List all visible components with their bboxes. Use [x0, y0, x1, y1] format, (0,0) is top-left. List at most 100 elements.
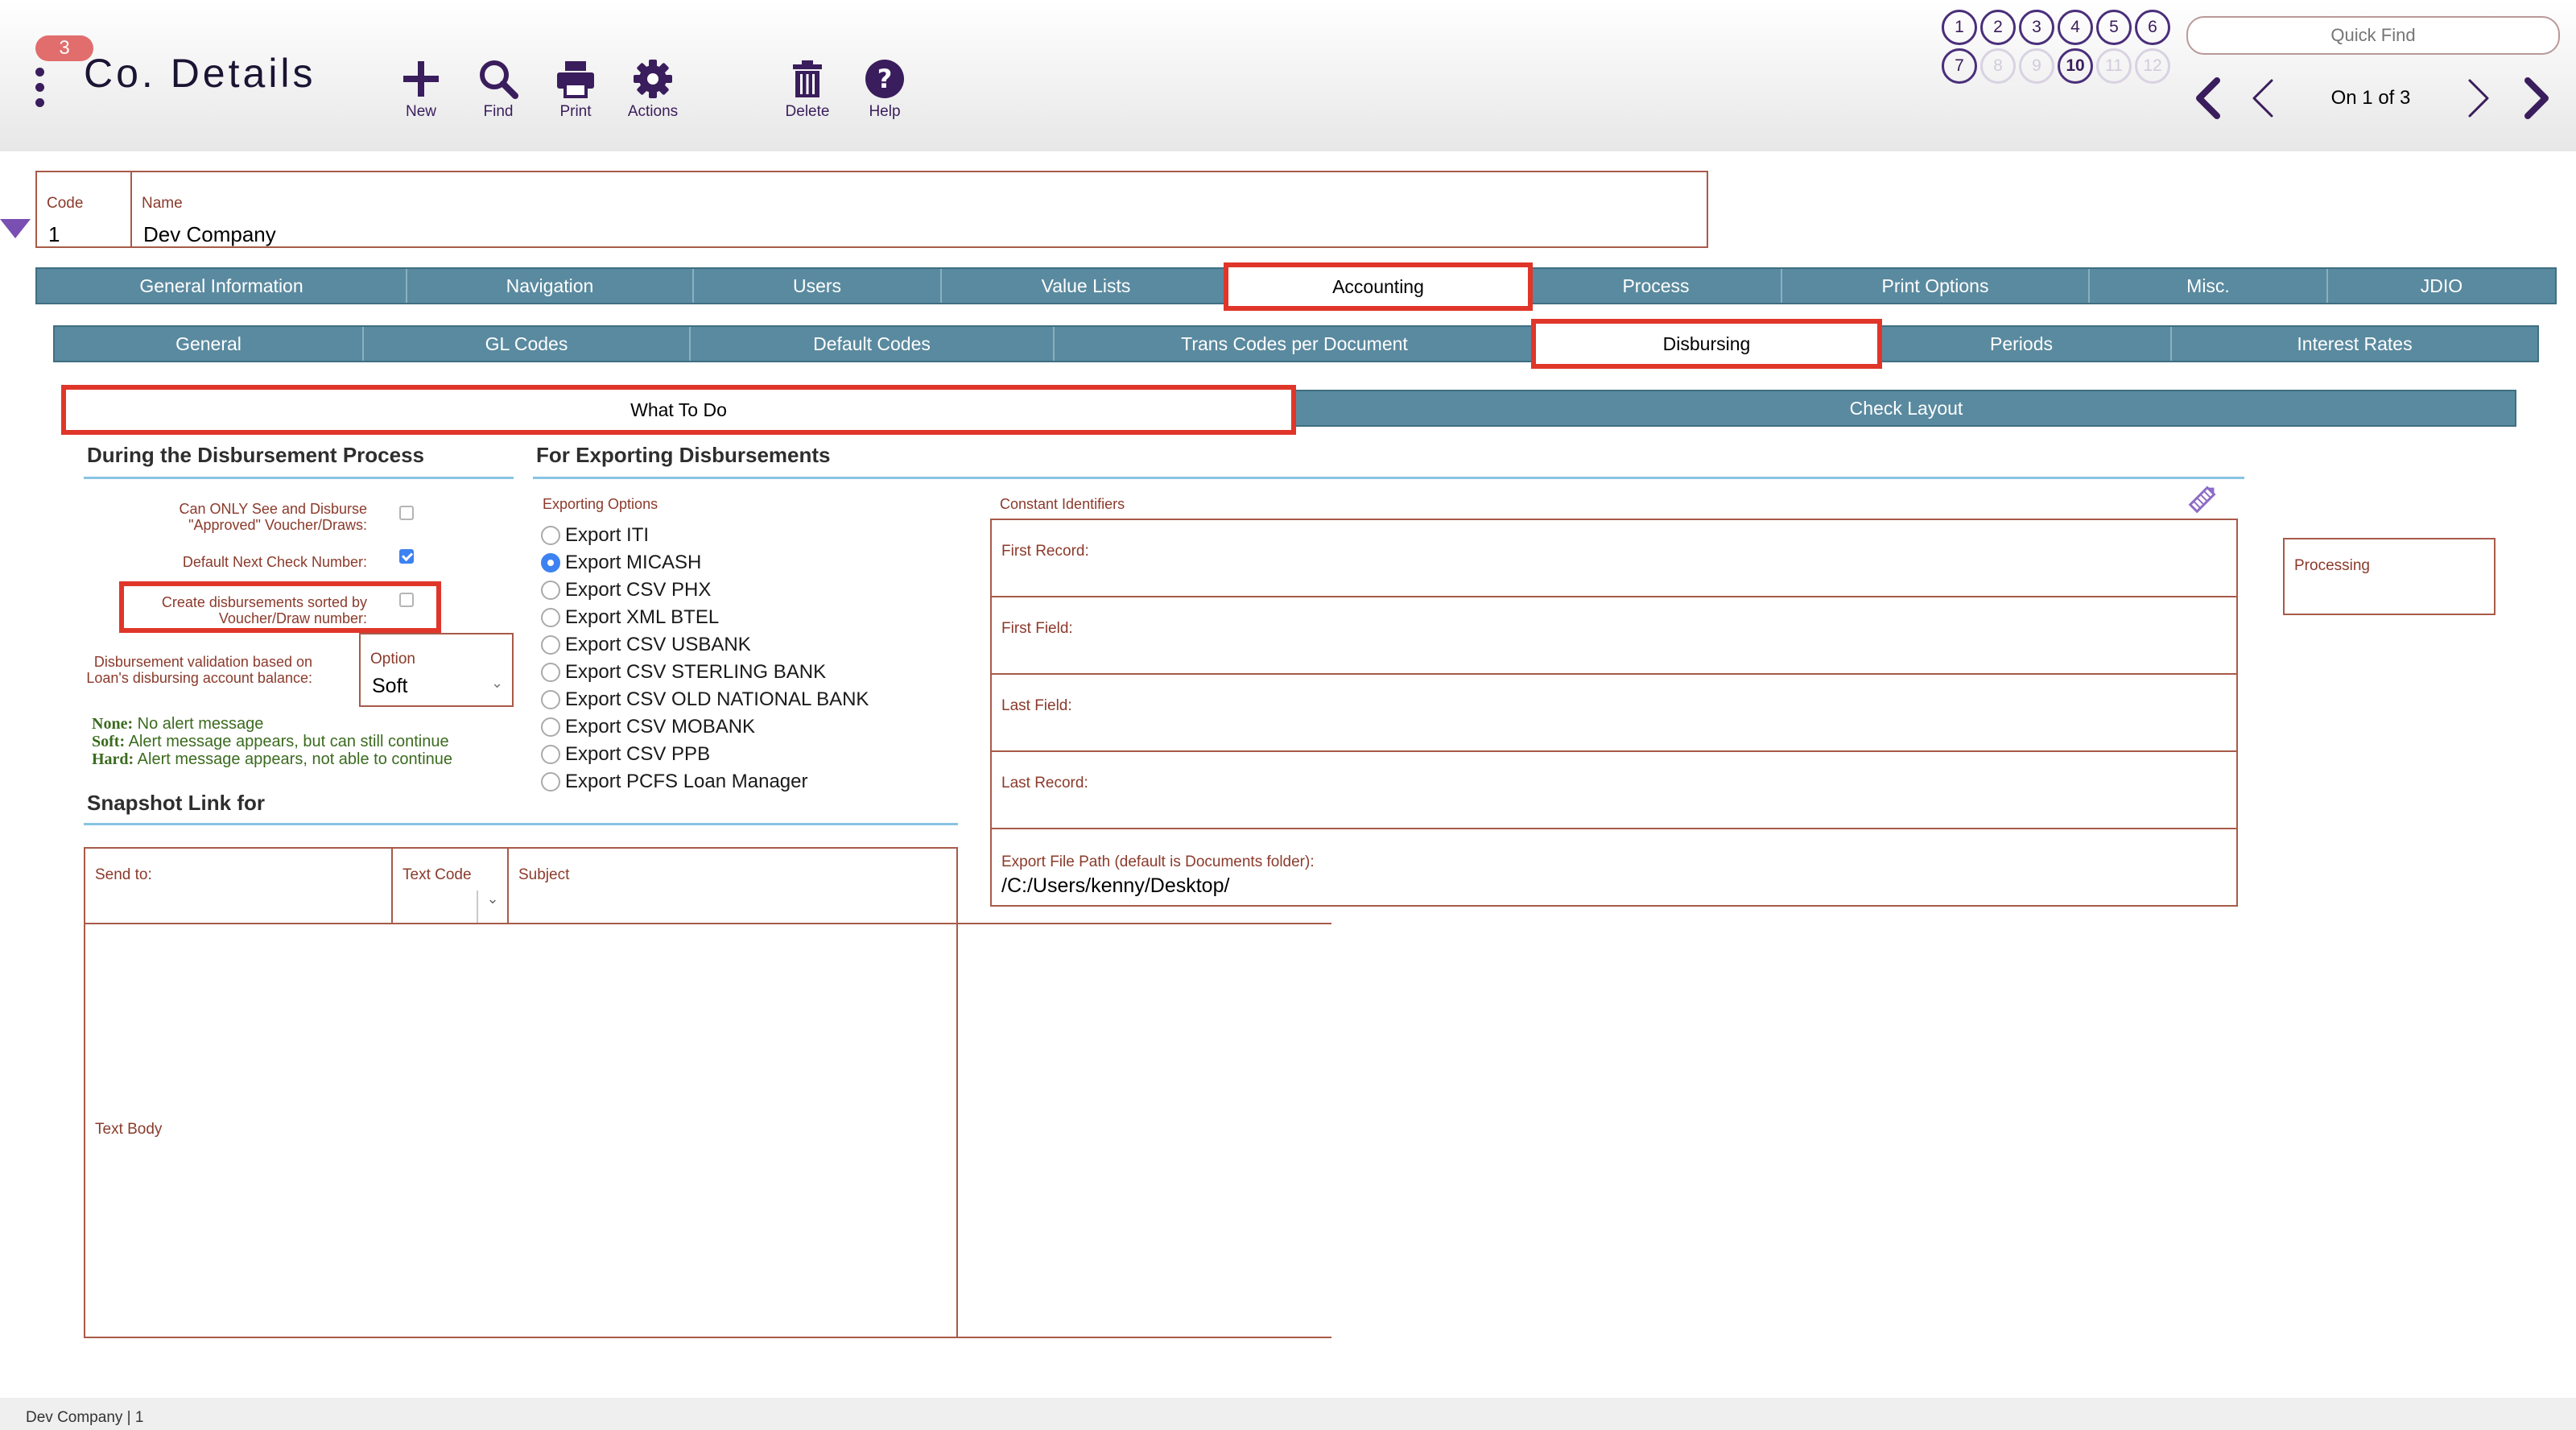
tab-general[interactable]: General [55, 327, 364, 361]
tab-what-to-do-active[interactable]: What To Do [61, 385, 1296, 435]
send-to-field[interactable]: Send to: [84, 847, 393, 924]
last-record-label: Last Record: [1001, 775, 1088, 791]
subject-field[interactable]: Subject [507, 847, 958, 924]
last-record-button[interactable] [2515, 76, 2555, 121]
tab-process[interactable]: Process [1531, 269, 1782, 303]
name-label: Name [142, 195, 183, 212]
radio-button[interactable] [541, 690, 560, 709]
first-record-button[interactable] [2190, 76, 2230, 121]
tab-misc[interactable]: Misc. [2090, 269, 2328, 303]
actions-button[interactable]: Actions [609, 52, 697, 132]
code-value: 1 [48, 222, 60, 246]
tab-trans-codes-per-document[interactable]: Trans Codes per Document [1055, 327, 1536, 361]
name-field[interactable]: Name Dev Company [130, 171, 1708, 248]
radio-label: Export XML BTEL [565, 606, 720, 628]
tab-users[interactable]: Users [694, 269, 942, 303]
radio-label: Export CSV OLD NATIONAL BANK [565, 688, 869, 710]
find-button[interactable]: Find [454, 52, 543, 132]
tab-jdio[interactable]: JDIO [2328, 269, 2555, 303]
radio-export-csv-mobank[interactable]: Export CSV MOBANK [541, 713, 869, 741]
export-file-path-field[interactable]: Export File Path (default is Documents f… [990, 828, 2238, 907]
next-record-button[interactable] [2457, 76, 2497, 121]
radio-export-iti[interactable]: Export ITI [541, 522, 869, 549]
print-button-label: Print [559, 103, 592, 120]
record-slot-6[interactable]: 6 [2135, 10, 2170, 45]
record-slot-8[interactable]: 8 [1980, 48, 2016, 84]
new-button-label: New [405, 103, 436, 120]
radio-export-csv-ppb[interactable]: Export CSV PPB [541, 741, 869, 768]
record-slot-5[interactable]: 5 [2096, 10, 2132, 45]
name-value: Dev Company [143, 222, 276, 246]
previous-record-button[interactable] [2244, 76, 2285, 121]
tab-value-lists[interactable]: Value Lists [942, 269, 1232, 303]
help-button[interactable]: ? Help [840, 52, 929, 132]
text-code-dropdown-icon[interactable]: ⌄ [477, 891, 507, 923]
exporting-options-label: Exporting Options [543, 496, 658, 512]
record-slot-1[interactable]: 1 [1942, 10, 1977, 45]
first-field-label: First Field: [1001, 620, 1073, 637]
radio-button[interactable] [541, 745, 560, 764]
tab-default-codes[interactable]: Default Codes [691, 327, 1055, 361]
search-icon [480, 60, 518, 99]
radio-label: Export ITI [565, 524, 650, 546]
last-field-field[interactable]: Last Field: [990, 673, 2238, 752]
record-slot-12[interactable]: 12 [2135, 48, 2170, 84]
first-field-field[interactable]: First Field: [990, 596, 2238, 675]
tab-interest-rates[interactable]: Interest Rates [2172, 327, 2537, 361]
print-button[interactable]: Print [531, 52, 620, 132]
default-next-check-checkbox[interactable] [399, 549, 414, 564]
radio-export-csv-phx[interactable]: Export CSV PHX [541, 577, 869, 604]
tab-print-options[interactable]: Print Options [1782, 269, 2090, 303]
tab-general-information[interactable]: General Information [37, 269, 407, 303]
radio-label: Export CSV PPB [565, 743, 711, 765]
radio-button[interactable] [541, 635, 560, 655]
radio-export-csv-old-national-bank[interactable]: Export CSV OLD NATIONAL BANK [541, 686, 869, 713]
tab-navigation[interactable]: Navigation [407, 269, 694, 303]
create-sorted-checkbox[interactable] [399, 593, 414, 607]
quick-find-input[interactable] [2186, 16, 2560, 55]
radio-button[interactable] [541, 581, 560, 600]
processing-button[interactable]: Processing [2283, 538, 2496, 615]
text-code-field[interactable]: Text Code ⌄ [391, 847, 509, 924]
radio-export-csv-sterling-bank[interactable]: Export CSV STERLING BANK [541, 659, 869, 686]
tab-gl-codes[interactable]: GL Codes [364, 327, 691, 361]
record-slot-10[interactable]: 10 [2058, 48, 2093, 84]
tab-periods[interactable]: Periods [1872, 327, 2172, 361]
expand-triangle-icon[interactable] [0, 219, 31, 238]
first-record-label: First Record: [1001, 543, 1089, 560]
radio-button[interactable] [541, 526, 560, 545]
radio-export-csv-usbank[interactable]: Export CSV USBANK [541, 631, 869, 659]
help-icon: ? [865, 60, 904, 98]
text-body-field[interactable]: Text Body [84, 923, 958, 1338]
radio-export-pcfs-loan-manager[interactable]: Export PCFS Loan Manager [541, 768, 869, 796]
tab-accounting-active[interactable]: Accounting [1224, 262, 1533, 311]
tab-disbursing-active[interactable]: Disbursing [1531, 319, 1882, 369]
delete-button[interactable]: Delete [763, 52, 852, 132]
new-button[interactable]: New [377, 52, 465, 132]
radio-export-micash[interactable]: Export MICASH [541, 549, 869, 577]
plus-icon [403, 61, 439, 97]
radio-button[interactable] [541, 663, 560, 682]
pencil-icon[interactable] [2186, 481, 2220, 515]
tab-check-layout[interactable]: Check Layout [1298, 391, 2515, 425]
radio-button[interactable] [541, 608, 560, 627]
legend-none-text: No alert message [133, 715, 264, 733]
first-record-field[interactable]: First Record: [990, 519, 2238, 597]
radio-button[interactable] [541, 772, 560, 791]
menu-dots-icon[interactable] [32, 68, 48, 113]
text-body-extension-bottom [956, 1337, 1331, 1338]
record-slot-2[interactable]: 2 [1980, 10, 2016, 45]
radio-button[interactable] [541, 717, 560, 737]
record-slot-7[interactable]: 7 [1942, 48, 1977, 84]
can-only-checkbox[interactable] [399, 506, 414, 520]
code-label: Code [47, 195, 84, 212]
record-slot-11[interactable]: 11 [2096, 48, 2132, 84]
validation-option-select[interactable]: Option Soft ⌄ [359, 633, 514, 707]
radio-button-selected[interactable] [541, 553, 560, 572]
record-slot-4[interactable]: 4 [2058, 10, 2093, 45]
last-record-field[interactable]: Last Record: [990, 750, 2238, 829]
record-slot-3[interactable]: 3 [2019, 10, 2054, 45]
code-field[interactable]: Code 1 [35, 171, 132, 248]
record-slot-9[interactable]: 9 [2019, 48, 2054, 84]
radio-export-xml-btel[interactable]: Export XML BTEL [541, 604, 869, 631]
